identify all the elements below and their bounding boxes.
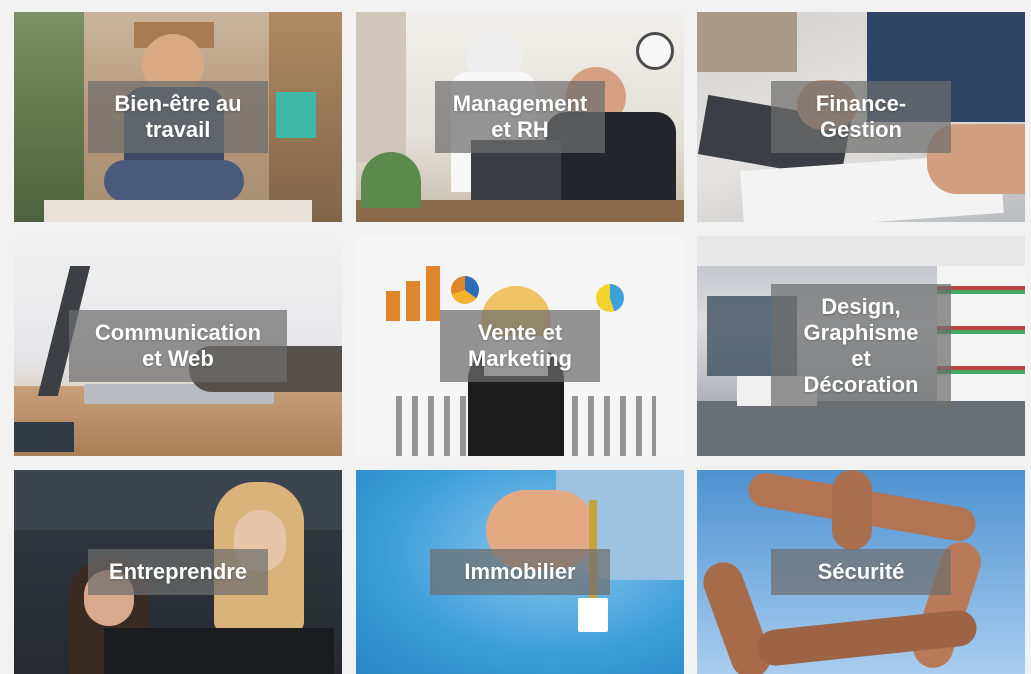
category-label: Vente et Marketing <box>440 310 600 382</box>
category-tile-securite[interactable]: Sécurité <box>697 470 1025 674</box>
category-label: Communication et Web <box>69 310 287 382</box>
category-label: Sécurité <box>771 549 951 595</box>
category-tile-management[interactable]: Management et RH <box>356 12 684 222</box>
category-tile-finance[interactable]: Finance- Gestion <box>697 12 1025 222</box>
category-tile-design[interactable]: Design, Graphisme et Décoration <box>697 236 1025 456</box>
category-tile-vente[interactable]: Vente et Marketing <box>356 236 684 456</box>
category-tile-communication[interactable]: Communication et Web <box>14 236 342 456</box>
category-grid: Bien-être au travail Management et RH Fi… <box>0 0 1031 674</box>
category-label: Bien-être au travail <box>88 81 268 153</box>
category-tile-bien-etre[interactable]: Bien-être au travail <box>14 12 342 222</box>
category-label: Immobilier <box>430 549 610 595</box>
category-tile-immobilier[interactable]: Immobilier <box>356 470 684 674</box>
category-label: Entreprendre <box>88 549 268 595</box>
category-label: Design, Graphisme et Décoration <box>771 284 951 408</box>
category-tile-entreprendre[interactable]: Entreprendre <box>14 470 342 674</box>
category-label: Finance- Gestion <box>771 81 951 153</box>
category-label: Management et RH <box>435 81 605 153</box>
